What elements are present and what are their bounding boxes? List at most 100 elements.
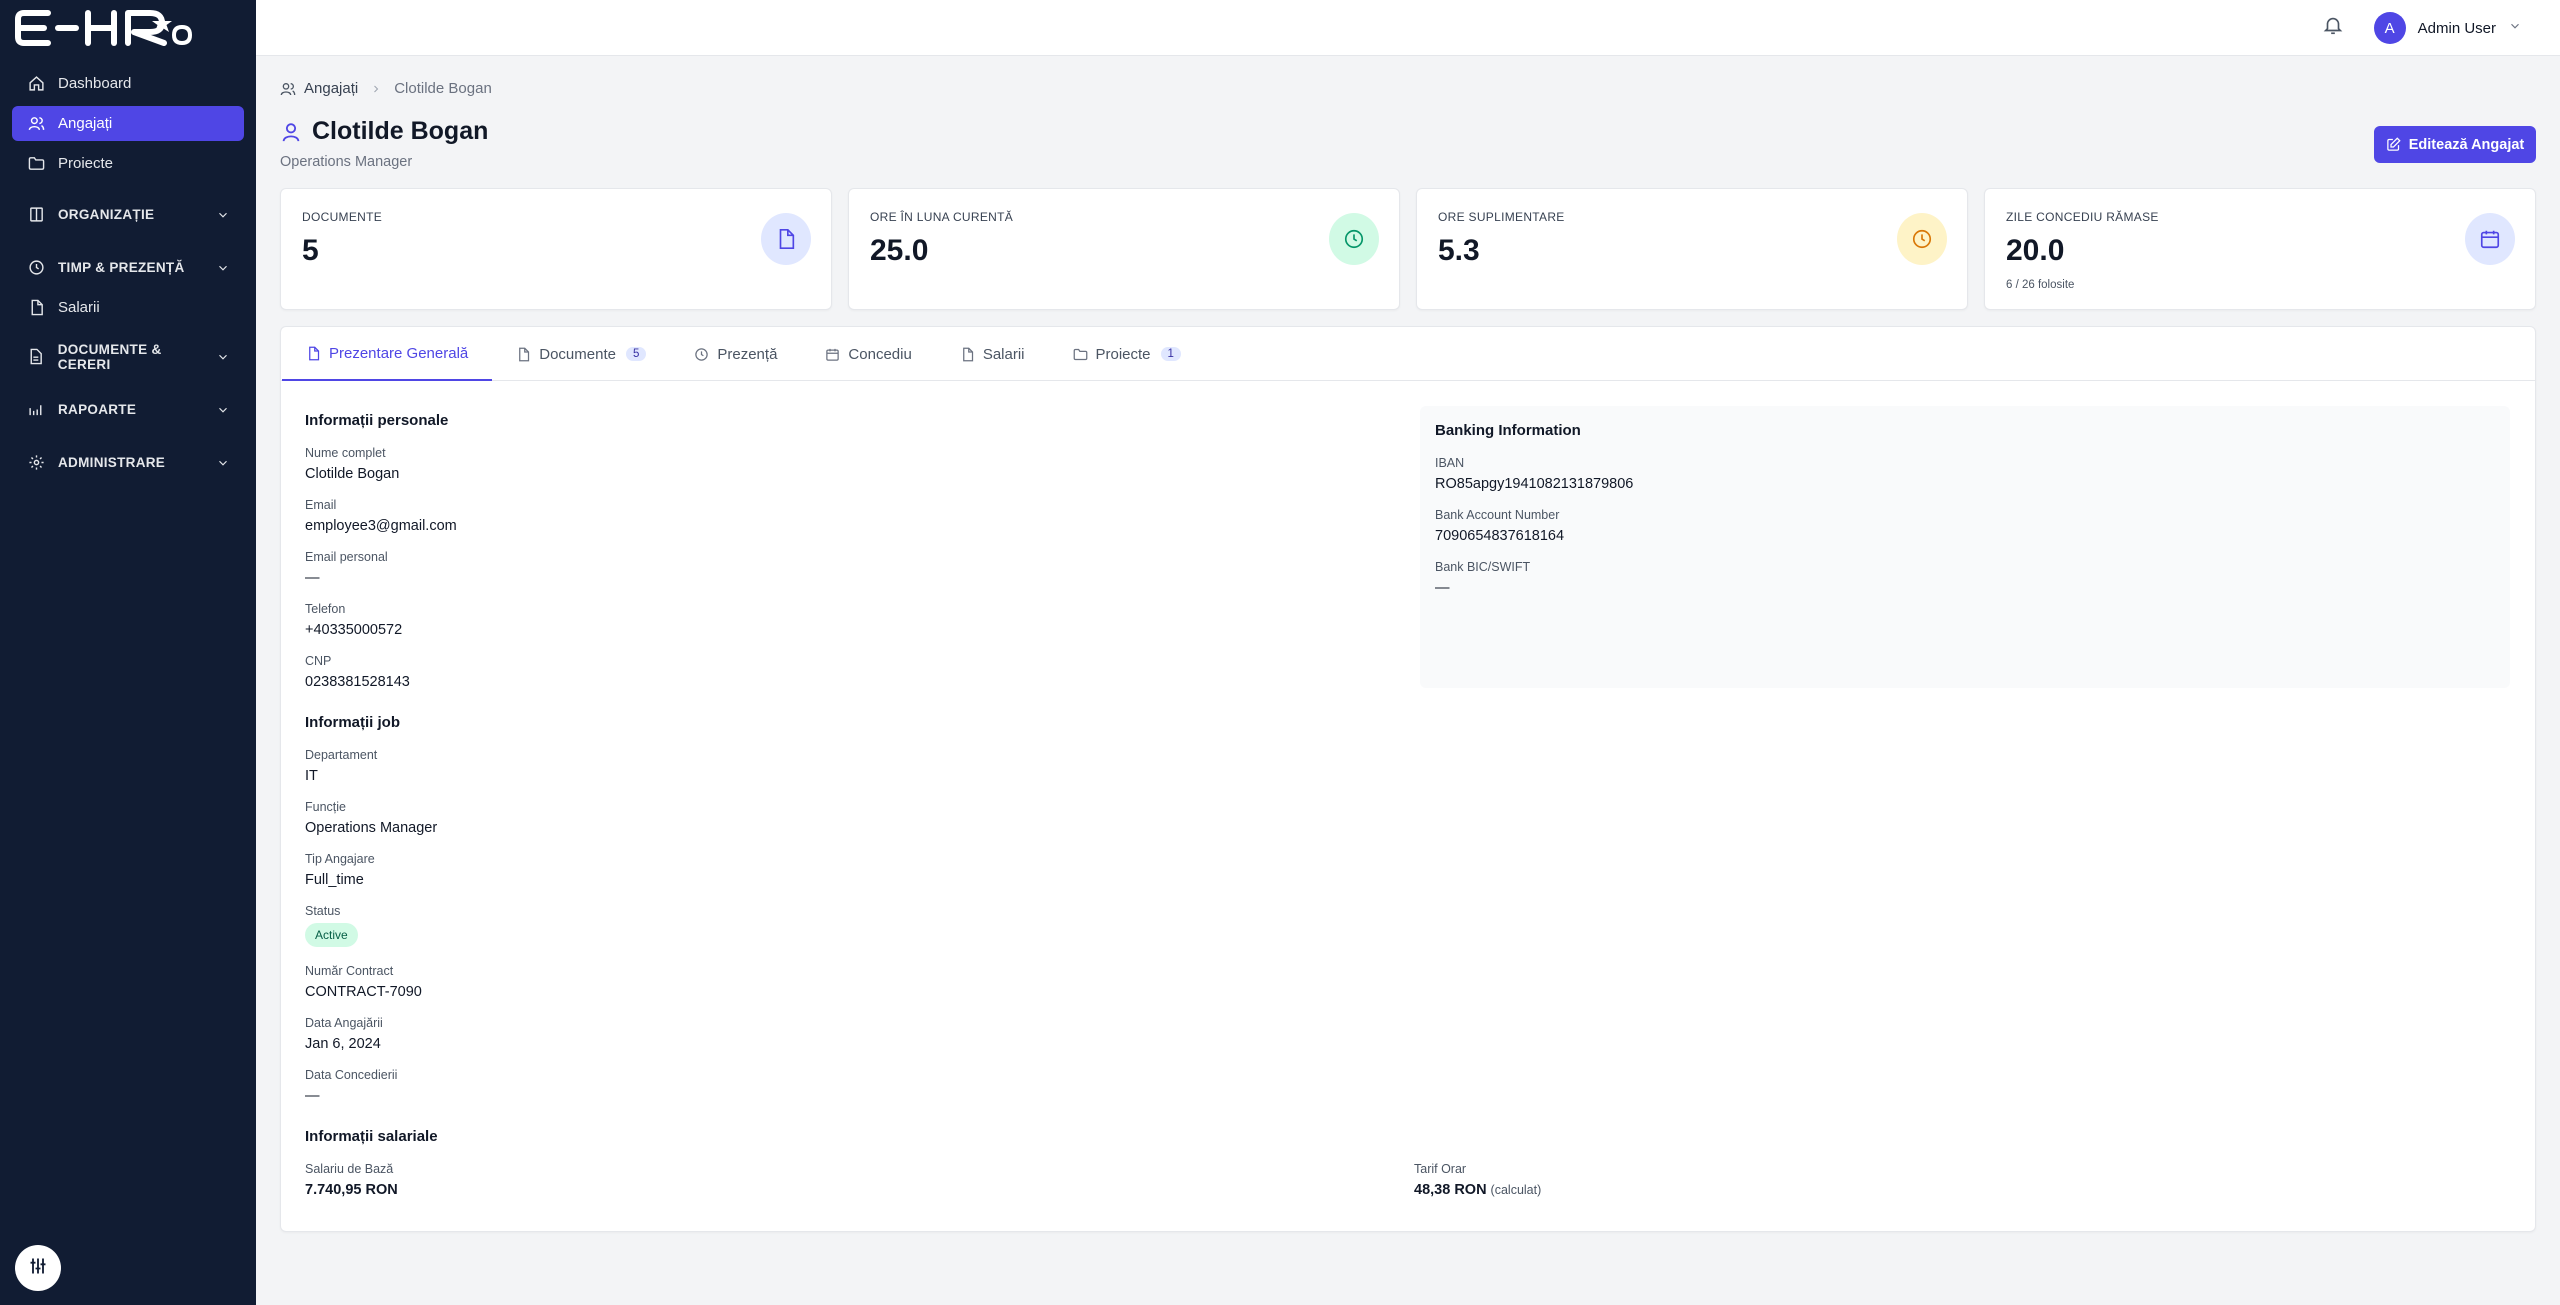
sidebar-group-organizatie[interactable]: ORGANIZAȚIE <box>12 197 244 232</box>
file-icon <box>516 347 531 362</box>
stat-value: 5 <box>302 234 319 267</box>
section-title-personal: Informații personale <box>305 412 449 429</box>
sidebar-item-label: Proiecte <box>58 155 114 172</box>
bell-icon[interactable] <box>2322 14 2346 38</box>
tab-prezenta[interactable]: Prezență <box>670 327 801 381</box>
field-label: Email <box>305 498 337 512</box>
file-icon <box>960 347 975 362</box>
folder-icon <box>26 154 46 174</box>
tab-documente[interactable]: Documente 5 <box>492 327 670 381</box>
sidebar-group-label: ORGANIZAȚIE <box>58 207 155 222</box>
chevron-down-icon <box>216 208 230 222</box>
tab-bar: Prezentare Generală Documente 5 Prezență… <box>281 327 2535 381</box>
stat-sub: 6 / 26 folosite <box>2006 279 2075 291</box>
sidebar-group-rapoarte[interactable]: RAPOARTE <box>12 392 244 427</box>
sidebar-item-salarii[interactable]: Salarii <box>12 290 244 325</box>
stat-value: 25.0 <box>870 234 929 267</box>
field-value-personal-email: — <box>305 570 320 586</box>
stat-card-ore-luna: ORE ÎN LUNA CURENTĂ 25.0 <box>848 188 1400 310</box>
stat-card-documente: DOCUMENTE 5 <box>280 188 832 310</box>
users-icon <box>280 81 296 97</box>
sidebar-group-administrare[interactable]: ADMINISTRARE <box>12 445 244 480</box>
sidebar-item-label: Angajați <box>58 115 113 132</box>
stat-label: ZILE CONCEDIU RĂMASE <box>2006 210 2159 224</box>
employee-detail-panel: Prezentare Generală Documente 5 Prezență… <box>280 326 2536 1232</box>
status-badge: Active <box>305 923 358 947</box>
field-value-iban: RO85apgy1941082131879806 <box>1435 476 1634 492</box>
sidebar-item-label: Dashboard <box>58 75 132 92</box>
sidebar-group-documente-cereri[interactable]: DOCUMENTE & CERERI <box>12 339 244 374</box>
field-label: CNP <box>305 654 332 668</box>
chevron-right-icon <box>370 83 382 95</box>
field-value-employment-type: Full_time <box>305 872 364 888</box>
tab-label: Salarii <box>982 345 1025 363</box>
field-label: Status <box>305 904 341 918</box>
chevron-down-icon <box>216 350 230 364</box>
edit-employee-button[interactable]: Editează Angajat <box>2374 126 2536 163</box>
topbar: A Admin User <box>256 0 2560 56</box>
sidebar-group-timp-prezenta[interactable]: TIMP & PREZENȚĂ <box>12 250 244 285</box>
chevron-down-icon <box>2508 19 2522 38</box>
employee-role: Operations Manager <box>280 154 413 170</box>
hourly-rate-note: (calculat) <box>1490 1183 1542 1197</box>
tab-prezentare-generala[interactable]: Prezentare Generală <box>282 327 493 381</box>
stat-card-ore-suplimentare: ORE SUPLIMENTARE 5.3 <box>1416 188 1968 310</box>
stat-value: 5.3 <box>1438 234 1480 267</box>
field-value-email: employee3@gmail.com <box>305 518 457 534</box>
section-title-banking: Banking Information <box>1435 422 1581 439</box>
breadcrumb-current: Clotilde Bogan <box>394 80 492 97</box>
banking-info-card: Banking Information IBAN RO85apgy1941082… <box>1420 406 2510 688</box>
clock-icon <box>1329 213 1379 265</box>
user-icon <box>280 121 302 143</box>
sidebar-item-proiecte[interactable]: Proiecte <box>12 146 244 181</box>
file-icon <box>26 298 46 318</box>
clock-icon <box>1897 213 1947 265</box>
field-label: Tip Angajare <box>305 852 375 866</box>
settings-sliders-button[interactable] <box>15 1245 61 1291</box>
stats-row: DOCUMENTE 5 ORE ÎN LUNA CURENTĂ 25.0 ORE… <box>280 188 2536 310</box>
sidebar-group-label: TIMP & PREZENȚĂ <box>58 260 185 275</box>
tab-label: Concediu <box>848 345 912 363</box>
employee-name: Clotilde Bogan <box>312 117 489 145</box>
document-icon <box>26 347 46 367</box>
edit-icon <box>2386 137 2401 152</box>
field-value-bank-account: 7090654837618164 <box>1435 528 1565 544</box>
main-content: Angajați Clotilde Bogan Clotilde Bogan O… <box>256 56 2560 1305</box>
breadcrumb: Angajați Clotilde Bogan <box>280 80 492 97</box>
gear-icon <box>26 453 46 473</box>
sidebar-item-dashboard[interactable]: Dashboard <box>12 66 244 101</box>
tab-salarii[interactable]: Salarii <box>936 327 1049 381</box>
field-label: Funcție <box>305 800 346 814</box>
tab-label: Prezentare Generală <box>329 344 469 362</box>
clock-icon <box>694 347 709 362</box>
sidebar-item-angajati[interactable]: Angajați <box>12 106 244 141</box>
field-label: IBAN <box>1435 456 1465 470</box>
tab-label: Prezență <box>717 345 778 363</box>
stat-label: ORE SUPLIMENTARE <box>1438 210 1565 224</box>
field-value-base-salary: 7.740,95 RON <box>305 1182 398 1198</box>
clock-icon <box>26 258 46 278</box>
tab-label: Proiecte <box>1095 345 1151 363</box>
tab-count-badge: 5 <box>625 347 647 361</box>
user-menu[interactable]: A Admin User <box>2373 12 2522 44</box>
breadcrumb-link-angajati[interactable]: Angajați <box>304 80 358 97</box>
app-logo[interactable] <box>0 0 256 56</box>
bar-chart-icon <box>26 400 46 420</box>
sidebar-group-label: DOCUMENTE & CERERI <box>57 341 162 372</box>
field-label: Nume complet <box>305 446 386 460</box>
tab-proiecte[interactable]: Proiecte 1 <box>1049 327 1205 381</box>
field-value-full-name: Clotilde Bogan <box>305 466 400 482</box>
edit-employee-label: Editează Angajat <box>2408 136 2525 153</box>
field-label: Telefon <box>305 602 346 616</box>
tab-concediu[interactable]: Concediu <box>801 327 935 381</box>
field-label: Data Concedierii <box>305 1068 398 1082</box>
field-label: Număr Contract <box>305 964 394 978</box>
tab-count-badge: 1 <box>1160 347 1181 361</box>
stat-label: DOCUMENTE <box>302 210 383 224</box>
stat-value: 20.0 <box>2006 234 2065 267</box>
sidebar: Dashboard Angajați Proiecte ORGANIZAȚIE <box>0 0 256 1305</box>
field-label: Tarif Orar <box>1414 1162 1467 1176</box>
sidebar-group-label: ADMINISTRARE <box>58 455 166 470</box>
stat-label: ORE ÎN LUNA CURENTĂ <box>870 210 1014 224</box>
section-title-job: Informații job <box>305 714 400 731</box>
